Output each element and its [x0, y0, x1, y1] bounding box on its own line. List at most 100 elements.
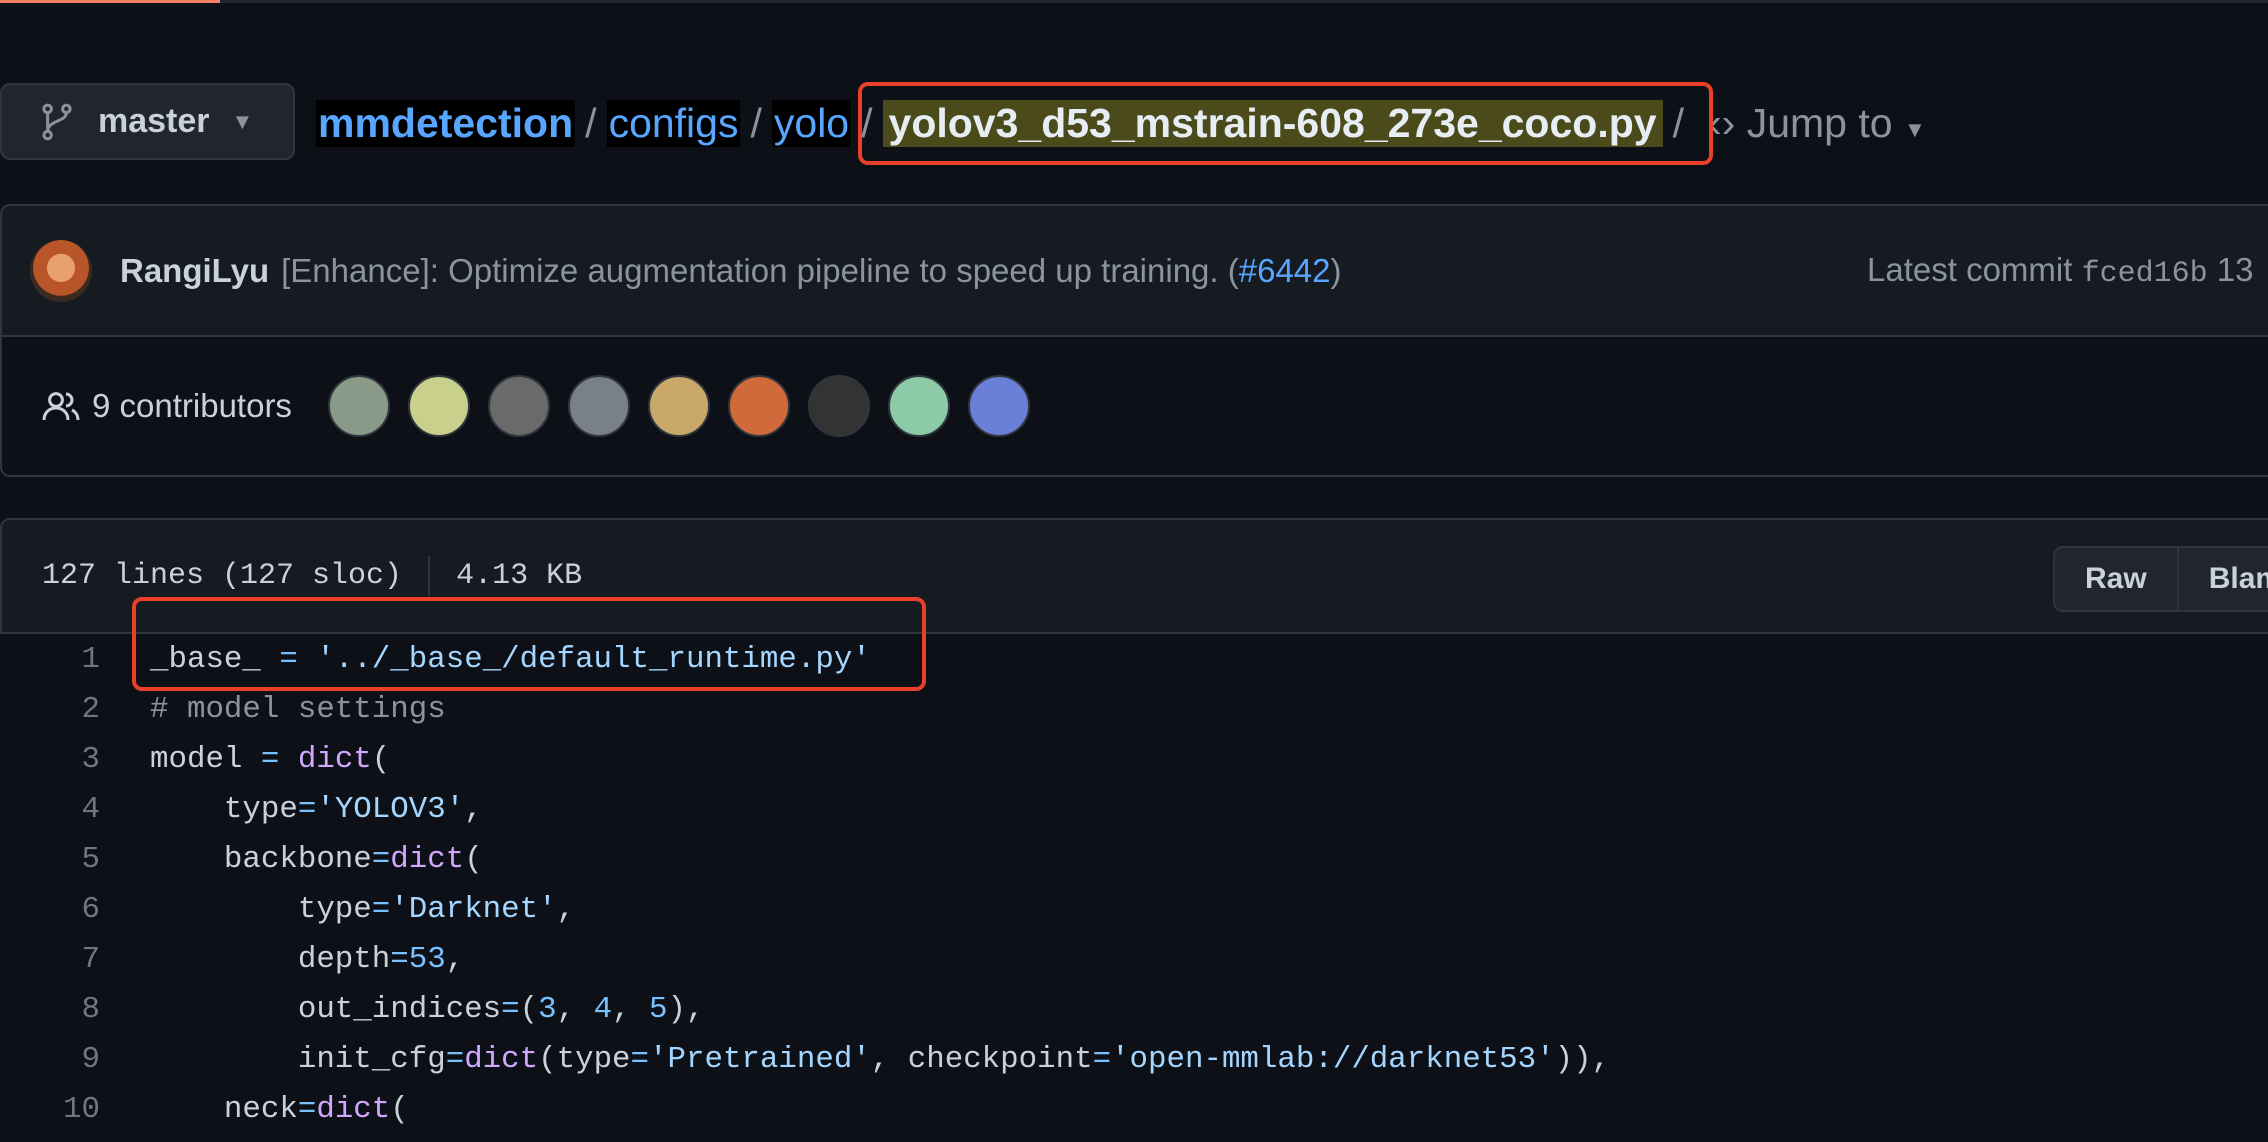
contributor-avatar[interactable]	[487, 375, 550, 437]
line-number[interactable]: 10	[0, 1092, 100, 1127]
line-number[interactable]: 3	[0, 742, 100, 777]
code-token: =	[371, 841, 391, 877]
line-number[interactable]: 7	[0, 942, 100, 977]
code-token: backbone	[150, 841, 372, 877]
code-content: init_cfg=dict(type='Pretrained', checkpo…	[150, 1042, 1610, 1077]
code-token: depth	[150, 941, 391, 977]
line-number[interactable]: 8	[0, 992, 100, 1027]
line-number[interactable]: 2	[0, 692, 100, 727]
people-icon	[42, 392, 80, 421]
code-token: )),	[1554, 1041, 1611, 1077]
latest-commit-label: Latest commit	[1867, 250, 2073, 288]
branch-selector[interactable]: master ▼	[0, 83, 295, 160]
highlight-box-line-1	[132, 597, 926, 691]
commit-time: 13	[2216, 250, 2254, 288]
breadcrumb-separator: /	[585, 99, 597, 146]
code-line: 6 type='Darknet',	[0, 884, 2268, 934]
code-token: ,	[464, 791, 483, 827]
code-token: ),	[667, 991, 705, 1027]
author-avatar[interactable]	[30, 239, 92, 302]
commit-message-text: [Enhance]: Optimize augmentation pipelin…	[281, 251, 1239, 289]
code-line: 3 model = dict(	[0, 734, 2268, 784]
code-line: 5 backbone=dict(	[0, 834, 2268, 884]
code-token: model	[150, 741, 261, 777]
code-token: (	[519, 991, 539, 1027]
contributor-avatar[interactable]	[327, 375, 390, 437]
page-load-progress	[0, 0, 2268, 3]
contributors-bar: 9 contributors	[0, 337, 2268, 477]
code-token: =	[445, 1041, 465, 1077]
contributor-avatar[interactable]	[727, 375, 790, 437]
line-number[interactable]: 5	[0, 842, 100, 877]
caret-down-icon: ▼	[1903, 116, 1926, 142]
line-number[interactable]: 4	[0, 792, 100, 827]
progress-fill	[0, 0, 220, 3]
code-line: 8 out_indices=(3, 4, 5),	[0, 984, 2268, 1034]
latest-commit-bar: RangiLyu [Enhance]: Optimize augmentatio…	[0, 204, 2268, 337]
code-content: # model settings	[150, 692, 446, 727]
blame-button[interactable]: Blam	[2176, 548, 2268, 610]
code-token: (	[464, 841, 483, 877]
contributor-avatar[interactable]	[887, 375, 950, 437]
code-token: =	[297, 791, 317, 827]
breadcrumb-yolo-link[interactable]: yolo	[771, 99, 852, 147]
contributor-avatar[interactable]	[967, 375, 1030, 437]
code-content: out_indices=(3, 4, 5),	[150, 991, 705, 1027]
file-actions: Raw Blam	[2053, 546, 2268, 612]
code-token: ,	[556, 991, 594, 1027]
commit-author-link[interactable]: RangiLyu	[120, 252, 269, 290]
code-token: 5	[649, 991, 668, 1027]
code-view: 1 _base_ = '../_base_/default_runtime.py'…	[0, 634, 2268, 1134]
line-number[interactable]: 9	[0, 1042, 100, 1077]
code-token: 53	[408, 941, 446, 977]
code-token: ,	[556, 891, 576, 927]
code-token: 'open-mmlab://darknet53'	[1111, 1041, 1555, 1077]
code-token: (	[371, 741, 391, 777]
contributor-avatar[interactable]	[407, 375, 470, 437]
breadcrumb-repo-link[interactable]: mmdetection	[316, 99, 576, 147]
contributor-avatar[interactable]	[647, 375, 710, 437]
code-content: model = dict(	[150, 742, 390, 777]
code-token: =	[371, 891, 391, 927]
contributors-link[interactable]: 9 contributors	[92, 387, 292, 425]
caret-down-icon: ▼	[231, 108, 254, 134]
code-token: 'YOLOV3'	[316, 791, 465, 827]
code-token: ,	[612, 991, 650, 1027]
code-line: 4 type='YOLOV3',	[0, 784, 2268, 834]
breadcrumb-configs-link[interactable]: configs	[606, 99, 741, 147]
code-token: , checkpoint	[870, 1041, 1093, 1077]
highlight-box-filename	[858, 82, 1713, 165]
code-token: dict	[297, 741, 372, 777]
commit-sha-link[interactable]: fced16b	[2082, 257, 2208, 291]
code-token: 'Pretrained'	[649, 1041, 871, 1077]
code-content: neck=dict(	[150, 1092, 409, 1127]
git-branch-icon	[42, 103, 72, 140]
code-content: backbone=dict(	[150, 842, 483, 877]
latest-commit-info: Latest commit fced16b 13	[1867, 251, 2254, 291]
code-token: =	[260, 741, 280, 777]
code-token: =	[390, 941, 409, 977]
code-content: type='Darknet',	[150, 892, 575, 927]
contributor-avatar[interactable]	[807, 375, 870, 437]
line-number[interactable]: 6	[0, 892, 100, 927]
file-size: 4.13 KB	[456, 559, 583, 593]
code-line: 10 neck=dict(	[0, 1084, 2268, 1134]
contributor-avatar[interactable]	[567, 375, 630, 437]
raw-button[interactable]: Raw	[2055, 548, 2177, 610]
code-line: 9 init_cfg=dict(type='Pretrained', check…	[0, 1034, 2268, 1084]
jump-to-label: Jump to	[1746, 99, 1893, 146]
code-token: out_indices	[150, 991, 502, 1027]
code-token: 4	[593, 991, 613, 1027]
code-token: =	[630, 1041, 650, 1077]
code-token: =	[297, 1091, 317, 1127]
code-token: (	[390, 1091, 409, 1127]
line-number[interactable]: 1	[0, 642, 100, 677]
code-token: ,	[445, 941, 465, 977]
code-line: 2 # model settings	[0, 684, 2268, 734]
commit-message-end: )	[1330, 251, 1342, 289]
jump-to-dropdown[interactable]: ‹› Jump to ▼	[1708, 100, 1926, 147]
pull-request-link[interactable]: #6442	[1239, 252, 1331, 289]
code-content: type='YOLOV3',	[150, 792, 483, 827]
commit-message[interactable]: [Enhance]: Optimize augmentation pipelin…	[281, 252, 1341, 290]
